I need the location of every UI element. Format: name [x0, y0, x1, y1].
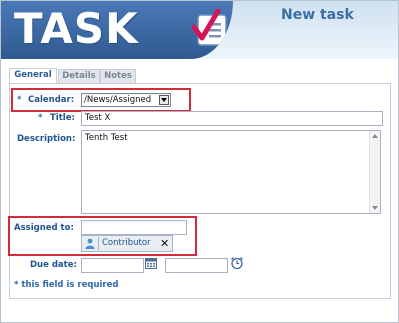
tab-notes[interactable]: Notes: [100, 69, 136, 83]
user-icon: [85, 238, 95, 249]
dialog-header: TASK New task: [1, 1, 398, 59]
task-checklist-icon: [191, 9, 227, 46]
calendar-select-value: /News/Assigned: [84, 95, 152, 105]
task-dialog: TASK New task General Details Notes * Ca…: [0, 0, 399, 323]
description-value: Tenth Test: [85, 133, 128, 143]
calendar-label: Calendar:: [28, 95, 75, 105]
assigned-to-label: Assigned to:: [14, 223, 74, 233]
title-label: Title:: [50, 113, 75, 123]
contributor-chip: Contributor ✕: [81, 235, 173, 252]
task-banner: TASK: [1, 1, 233, 59]
remove-contributor-icon[interactable]: ✕: [160, 237, 169, 250]
required-field-note: * this field is required: [14, 280, 119, 290]
calendar-required-mark: *: [17, 95, 22, 105]
scroll-up-icon[interactable]: [372, 134, 378, 138]
chip-divider: [98, 237, 99, 250]
contributor-name: Contributor: [102, 238, 151, 248]
calendar-picker-icon[interactable]: [145, 257, 157, 269]
chevron-down-icon[interactable]: [159, 95, 169, 105]
tab-general[interactable]: General: [9, 68, 57, 84]
scroll-down-icon[interactable]: [372, 206, 378, 210]
logo-text: TASK: [14, 4, 139, 53]
description-scrollbar[interactable]: [369, 131, 380, 213]
dialog-title: New task: [281, 7, 354, 23]
title-required-mark: *: [38, 113, 43, 123]
alarm-clock-icon[interactable]: [230, 256, 244, 270]
due-date-label: Due date:: [30, 260, 77, 270]
assigned-to-input[interactable]: [81, 220, 187, 235]
calendar-select[interactable]: /News/Assigned: [81, 93, 171, 107]
description-textarea[interactable]: Tenth Test: [81, 130, 381, 214]
title-input[interactable]: Test X: [81, 111, 383, 126]
due-date-input[interactable]: [81, 258, 144, 273]
tab-details[interactable]: Details: [58, 69, 100, 83]
description-label: Description:: [17, 134, 76, 144]
due-time-input[interactable]: [165, 258, 228, 273]
